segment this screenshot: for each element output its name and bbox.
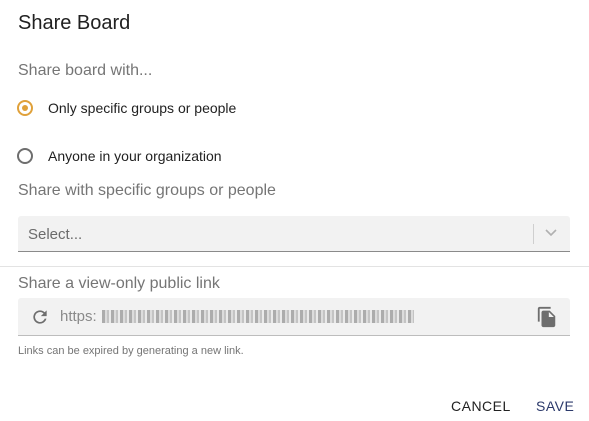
groups-select[interactable]: Select... — [18, 216, 570, 252]
select-divider — [533, 224, 534, 244]
chevron-down-icon[interactable] — [544, 228, 558, 238]
radio-option-specific[interactable]: Only specific groups or people — [17, 97, 236, 119]
radio-button-organization[interactable] — [17, 148, 33, 164]
share-with-label: Share board with... — [18, 62, 153, 79]
radio-option-organization[interactable]: Anyone in your organization — [17, 145, 222, 167]
redacted-link-text — [102, 310, 414, 323]
link-hint: Links can be expired by generating a new… — [18, 345, 244, 357]
save-button[interactable]: SAVE — [536, 398, 574, 414]
copy-icon[interactable] — [536, 306, 558, 328]
radio-label-specific: Only specific groups or people — [48, 100, 237, 116]
dialog-title: Share Board — [18, 12, 131, 34]
cancel-button[interactable]: CANCEL — [451, 398, 511, 414]
specific-groups-label: Share with specific groups or people — [18, 182, 276, 199]
refresh-icon[interactable] — [30, 307, 50, 327]
select-placeholder: Select... — [28, 226, 83, 243]
public-link-url: https: — [60, 308, 97, 325]
radio-button-specific[interactable] — [17, 100, 33, 116]
radio-label-organization: Anyone in your organization — [48, 148, 222, 164]
public-link-label: Share a view-only public link — [18, 275, 220, 292]
section-divider — [0, 266, 589, 267]
public-link-field[interactable]: https: — [18, 298, 570, 336]
share-board-dialog: Share Board Share board with... Only spe… — [0, 0, 589, 421]
